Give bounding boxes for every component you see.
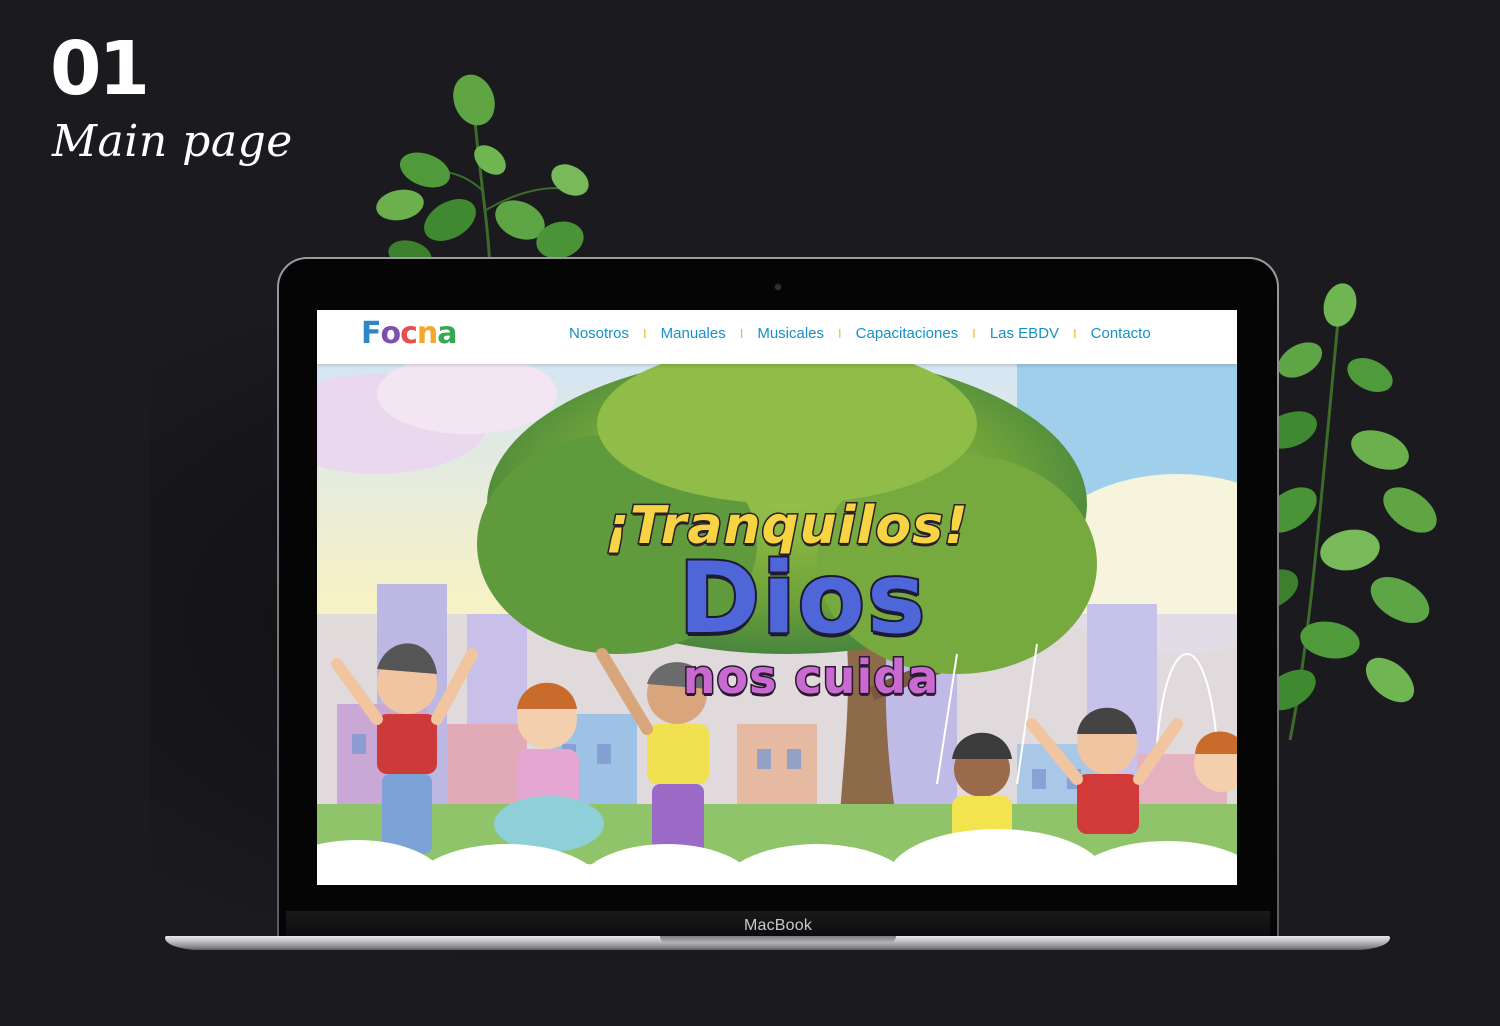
- site-header: Focna Nosotros I Manuales I Musicales I Capaci…: [317, 310, 1237, 364]
- hero-banner: ¡Tranquilos! Dios nos cuida: [317, 364, 1237, 885]
- logo-letter: o: [380, 316, 402, 351]
- logo-letter: F: [361, 316, 381, 351]
- logo-letter: c: [400, 316, 418, 351]
- nav-item-nosotros[interactable]: Nosotros: [569, 325, 629, 342]
- nav-item-contacto[interactable]: Contacto: [1091, 325, 1151, 342]
- slide-caption: Main page: [52, 116, 293, 167]
- nav-separator: I: [739, 326, 744, 341]
- logo-letter: a: [437, 316, 457, 351]
- nav-item-manuales[interactable]: Manuales: [661, 325, 726, 342]
- hero-title-line2: Dios: [677, 542, 928, 656]
- nav-item-musicales[interactable]: Musicales: [757, 325, 824, 342]
- nav-separator: I: [838, 326, 842, 341]
- laptop-screen: Focna Nosotros I Manuales I Musicales I Capaci…: [317, 310, 1237, 885]
- plant-top-decoration: [376, 74, 589, 270]
- laptop-notch: [660, 936, 896, 943]
- slide-number: 01: [50, 26, 150, 112]
- site-logo[interactable]: Focna: [361, 316, 458, 351]
- nav-separator: I: [643, 326, 647, 341]
- hero-title-line3: nos cuida: [681, 650, 940, 704]
- nav-separator: I: [972, 326, 976, 341]
- main-nav: Nosotros I Manuales I Musicales I Capacitacion…: [569, 325, 1151, 342]
- logo-letter: n: [416, 316, 438, 351]
- nav-item-las-ebdv[interactable]: Las EBDV: [990, 325, 1059, 342]
- camera: [775, 284, 781, 290]
- laptop-brand-label: MacBook: [743, 917, 813, 934]
- nav-separator: I: [1073, 326, 1077, 341]
- nav-item-capacitaciones[interactable]: Capacitaciones: [856, 325, 959, 342]
